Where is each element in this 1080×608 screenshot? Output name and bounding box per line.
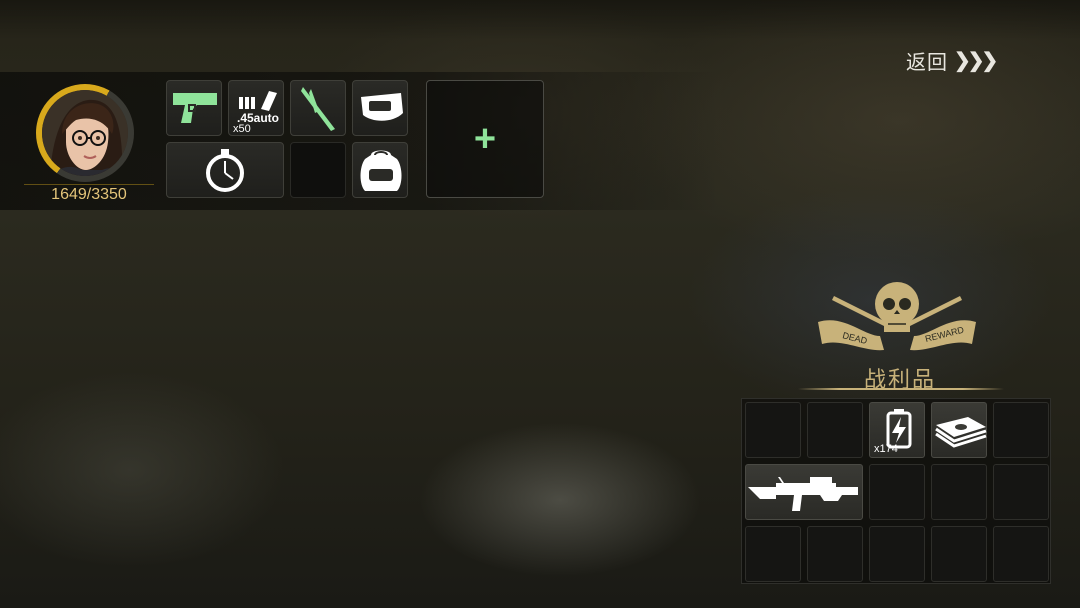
loot-slot[interactable] bbox=[931, 526, 987, 582]
pouch-icon bbox=[361, 93, 403, 121]
loot-slot-battery[interactable]: x174 bbox=[869, 402, 925, 458]
slot-melee[interactable] bbox=[290, 80, 346, 136]
character-avatar[interactable] bbox=[42, 90, 128, 176]
slot-stopwatch[interactable] bbox=[166, 142, 284, 198]
loot-slot[interactable] bbox=[807, 402, 863, 458]
loot-slot[interactable] bbox=[931, 464, 987, 520]
battery-count: x174 bbox=[874, 443, 898, 455]
loot-slot[interactable] bbox=[745, 526, 801, 582]
character-panel: 1649/3350 bbox=[18, 72, 160, 208]
loot-slot[interactable] bbox=[869, 526, 925, 582]
slot-ammo[interactable]: .45auto x50 bbox=[228, 80, 284, 136]
ammo-count: x50 bbox=[233, 123, 251, 135]
loot-divider bbox=[798, 388, 1004, 390]
pistol-icon bbox=[173, 93, 217, 123]
loot-slot[interactable] bbox=[745, 402, 801, 458]
dead-reward-emblem: DEAD REWARD bbox=[818, 282, 976, 351]
hp-readout: 1649/3350 bbox=[51, 186, 127, 203]
loot-slot[interactable] bbox=[807, 526, 863, 582]
loot-slot-cash[interactable] bbox=[931, 402, 987, 458]
top-shade bbox=[0, 0, 1080, 40]
slot-backpack[interactable] bbox=[352, 142, 408, 198]
blade-icon bbox=[301, 87, 335, 131]
chevrons-right-icon: ❯❯❯ bbox=[954, 49, 998, 72]
slot-pistol[interactable] bbox=[166, 80, 222, 136]
assault-rifle-icon bbox=[748, 477, 858, 511]
loot-slot[interactable] bbox=[993, 526, 1049, 582]
backpack-icon bbox=[360, 150, 402, 191]
plus-icon: + bbox=[473, 117, 497, 160]
slot-empty[interactable] bbox=[290, 142, 346, 198]
loot-slot[interactable] bbox=[869, 464, 925, 520]
back-label: 返回 bbox=[906, 51, 948, 74]
loot-slot-rifle[interactable] bbox=[745, 464, 863, 520]
cash-icon bbox=[935, 417, 987, 448]
add-slot-button[interactable]: + bbox=[426, 80, 544, 198]
loot-slot[interactable] bbox=[993, 464, 1049, 520]
back-button[interactable]: 返回 ❯❯❯ bbox=[906, 46, 998, 74]
stopwatch-icon bbox=[206, 149, 244, 192]
slot-pouch[interactable] bbox=[352, 80, 408, 136]
divider bbox=[24, 184, 154, 185]
loot-slot[interactable] bbox=[993, 402, 1049, 458]
